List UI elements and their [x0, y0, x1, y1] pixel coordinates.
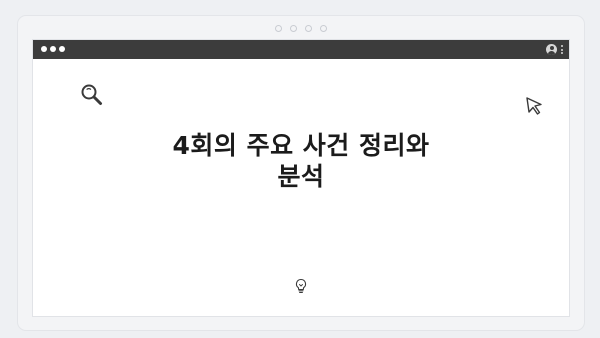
profile-icon[interactable]	[546, 44, 557, 55]
frame-dot	[320, 25, 327, 32]
frame-dot	[275, 25, 282, 32]
window-titlebar	[33, 40, 569, 59]
titlebar-actions	[546, 44, 563, 55]
lightbulb-icon	[295, 278, 307, 294]
maximize-window-button[interactable]	[59, 46, 65, 52]
cursor-arrow-icon	[526, 97, 542, 115]
search-icon[interactable]	[79, 82, 105, 108]
browser-window: 4회의 주요 사건 정리와 분석	[33, 40, 569, 316]
page-title-line-2: 분석	[277, 162, 325, 191]
minimize-window-button[interactable]	[50, 46, 56, 52]
page-title-line-1: 4회의 주요 사건 정리와	[172, 131, 430, 160]
frame-dot	[305, 25, 312, 32]
kebab-menu-icon[interactable]	[561, 45, 563, 54]
frame-pagination-dots	[275, 25, 327, 32]
window-controls	[41, 46, 65, 52]
frame-dot	[290, 25, 297, 32]
close-window-button[interactable]	[41, 46, 47, 52]
page-title: 4회의 주요 사건 정리와 분석	[33, 130, 569, 192]
